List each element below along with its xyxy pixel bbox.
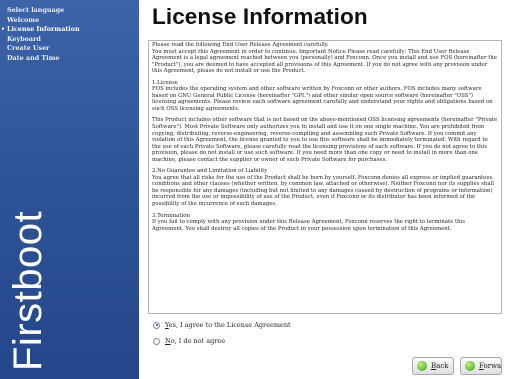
disagree-radio[interactable] <box>153 337 160 345</box>
forward-button[interactable]: Forward <box>460 357 502 375</box>
sidebar: Select language Welcome • License Informa… <box>0 0 139 379</box>
sidebar-item-label: License Information <box>7 25 80 34</box>
license-paragraph: Please read the following End User Relea… <box>152 42 497 75</box>
agree-radio[interactable] <box>153 321 160 329</box>
disagree-option[interactable]: No, I do not agree <box>153 337 225 345</box>
agree-label: Yes, I agree to the License Agreement <box>165 321 291 329</box>
firstboot-logo: Firstboot <box>6 211 50 371</box>
license-paragraph: 3.Termination If you fail to comply with… <box>152 212 465 232</box>
license-text: Please read the following End User Relea… <box>152 42 498 237</box>
brand-text: Firstboot <box>6 210 50 371</box>
sidebar-item-create-user: Create User <box>7 44 50 53</box>
page-title: License Information <box>152 4 368 29</box>
license-paragraph: 2.No Guarantee and Limitation of Liabili… <box>152 168 494 208</box>
forward-arrow-icon <box>465 361 475 371</box>
license-paragraph: 1.License FOS includes the operating sys… <box>152 79 493 112</box>
steps-list: Select language Welcome • License Informa… <box>1 6 80 64</box>
agree-option[interactable]: Yes, I agree to the License Agreement <box>153 321 291 329</box>
forward-button-label: Forward <box>479 362 502 370</box>
disagree-label: No, I do not agree <box>165 337 226 345</box>
back-button[interactable]: Back <box>412 357 454 375</box>
sidebar-item-welcome: Welcome <box>7 15 40 24</box>
license-paragraph: This Product includes other software tha… <box>152 117 498 163</box>
sidebar-item-date-and-time: Date and Time <box>7 53 60 62</box>
back-button-label: Back <box>431 362 449 370</box>
license-text-area[interactable]: Please read the following End User Relea… <box>148 40 502 314</box>
sidebar-item-keyboard: Keyboard <box>7 34 41 43</box>
back-arrow-icon <box>417 361 427 371</box>
current-step-marker: • <box>1 26 5 34</box>
sidebar-item-select-language: Select language <box>7 6 65 14</box>
sidebar-item-license-information: • License Information <box>1 25 80 35</box>
